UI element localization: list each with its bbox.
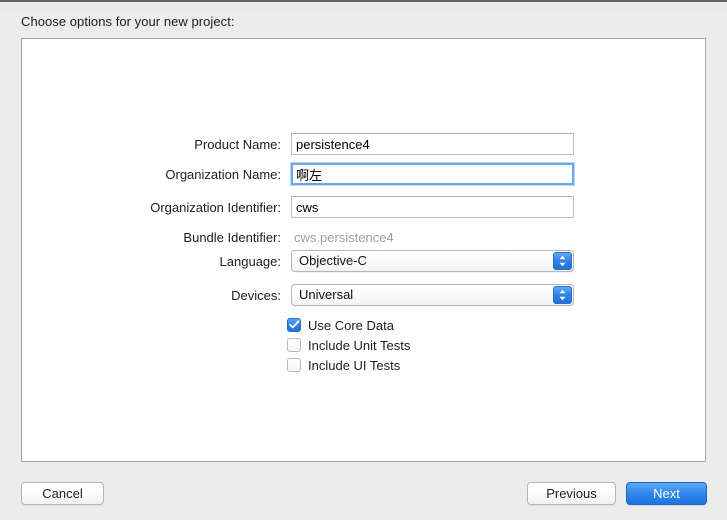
field-label: Language:	[219, 254, 281, 269]
field-label: Product Name:	[194, 137, 281, 152]
checkbox-1[interactable]	[287, 318, 301, 332]
chevron-up-down-icon	[553, 252, 572, 270]
checkbox-3[interactable]	[287, 358, 301, 372]
checkbox-label: Include Unit Tests	[308, 338, 411, 353]
field-label: Bundle Identifier:	[183, 230, 281, 245]
form-row: Organization Name:	[22, 163, 707, 187]
field-label: Organization Name:	[165, 167, 281, 182]
checkbox-label: Use Core Data	[308, 318, 394, 333]
form-row: Organization Identifier:	[22, 196, 707, 220]
cancel-button[interactable]: Cancel	[21, 482, 104, 505]
field-label: Organization Identifier:	[150, 200, 281, 215]
text-field-1[interactable]	[291, 133, 574, 155]
field-label: Devices:	[231, 288, 281, 303]
popup-selected-value: Universal	[299, 287, 354, 302]
form-row: Product Name:	[22, 133, 707, 157]
popup-button-5[interactable]: Objective-C	[291, 250, 574, 272]
form-row: Bundle Identifier: cws.persistence4	[22, 226, 707, 250]
new-project-options-dialog: Choose options for your new project: Pro…	[0, 0, 727, 520]
page-title: Choose options for your new project:	[21, 14, 235, 29]
chevron-up-down-icon	[553, 286, 572, 304]
popup-selected-value: Objective-C	[299, 253, 367, 268]
text-field-2[interactable]	[291, 163, 574, 185]
checkbox-2[interactable]	[287, 338, 301, 352]
next-button[interactable]: Next	[626, 482, 707, 505]
checkmark-icon	[288, 320, 299, 329]
previous-button[interactable]: Previous	[527, 482, 616, 505]
checkbox-label: Include UI Tests	[308, 358, 401, 373]
bundle-identifier-value: cws.persistence4	[294, 230, 394, 245]
popup-button-6[interactable]: Universal	[291, 284, 574, 306]
form-row: Language: Objective-C	[22, 250, 707, 274]
text-field-3[interactable]	[291, 196, 574, 218]
options-panel: Product Name: Organization Name: Organizat…	[21, 38, 706, 462]
form-row: Devices: Universal	[22, 284, 707, 308]
